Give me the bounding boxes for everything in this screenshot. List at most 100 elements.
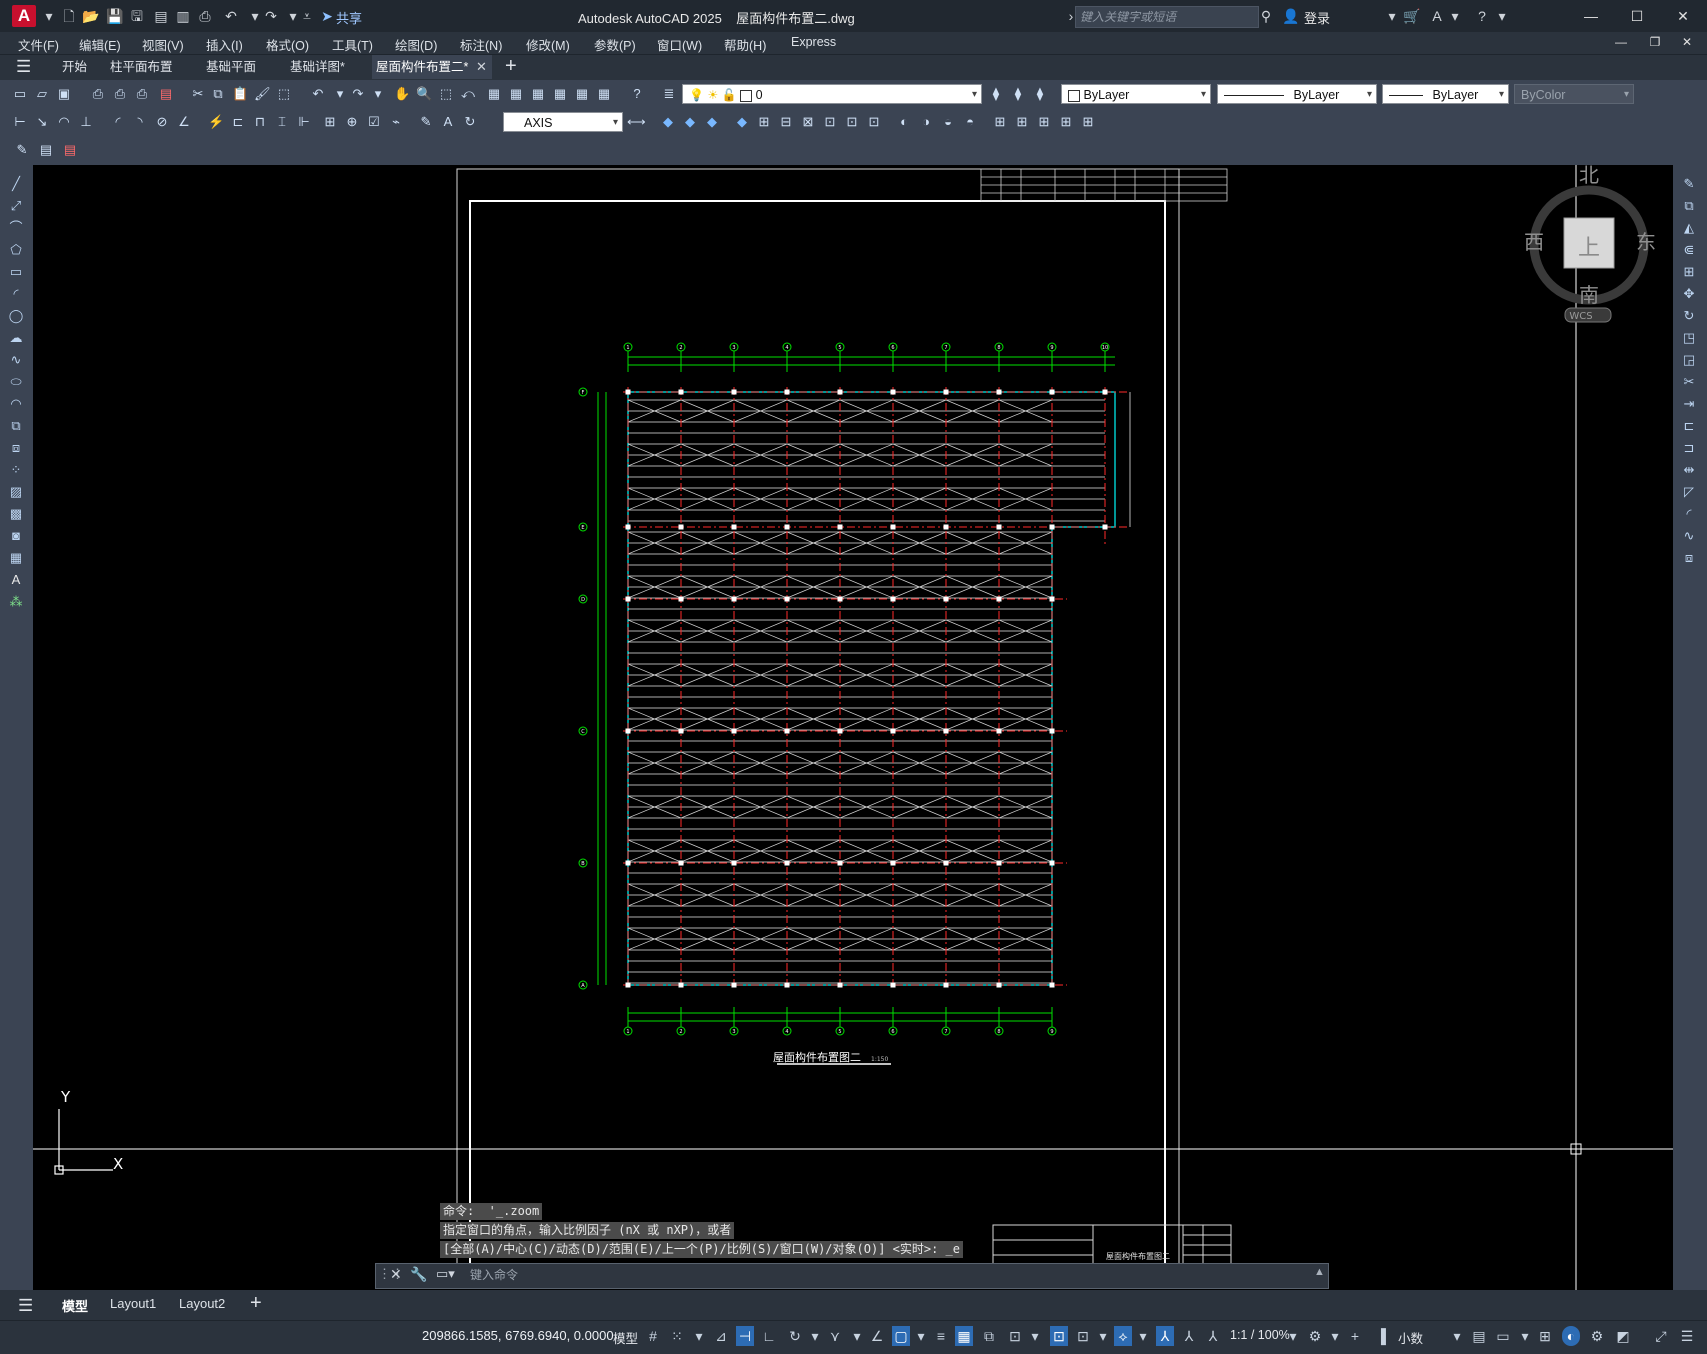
- fillet-icon[interactable]: ◜: [1680, 505, 1698, 523]
- units-dropdown-icon[interactable]: ▾: [1448, 1326, 1466, 1346]
- flatshot-icon[interactable]: ◐: [896, 114, 912, 130]
- multiline-text-icon[interactable]: A: [7, 571, 25, 589]
- ref-edit-icon[interactable]: ▤: [62, 142, 78, 158]
- menu-tools[interactable]: 工具(T): [332, 35, 373, 54]
- layout-menu-icon[interactable]: ☰: [18, 1296, 33, 1316]
- grid-icon[interactable]: #: [644, 1326, 662, 1346]
- slice-icon[interactable]: ⊡: [822, 114, 838, 130]
- login-button[interactable]: 登录: [1304, 8, 1330, 27]
- radius-dim-icon[interactable]: ◜: [110, 114, 126, 130]
- doc-close-button[interactable]: ✕: [1672, 32, 1702, 52]
- isolate-objects-icon[interactable]: ⊞: [1536, 1326, 1554, 1346]
- inspection-icon[interactable]: ☑: [366, 114, 382, 130]
- viewcube-north-label[interactable]: 北: [1579, 165, 1599, 187]
- angular-dim-icon[interactable]: ∠: [176, 114, 192, 130]
- pan-icon[interactable]: ✋: [394, 86, 410, 102]
- tab-close-icon[interactable]: ✕: [476, 59, 487, 75]
- isodraft-dropdown-icon[interactable]: ▾: [848, 1326, 866, 1346]
- lock-ui-dropdown-icon[interactable]: ▾: [1516, 1326, 1534, 1346]
- tab-roof-layout-2[interactable]: 屋面构件布置二*: [372, 55, 492, 79]
- help-toolbar-icon[interactable]: ?: [629, 86, 645, 102]
- undo-toolbar-icon[interactable]: ↶: [310, 86, 326, 102]
- lineweight-toggle-icon[interactable]: ≡: [932, 1326, 950, 1346]
- shade-icon[interactable]: ◑: [918, 114, 934, 130]
- layout-tab-model[interactable]: 模型: [62, 1296, 88, 1315]
- copy-object-icon[interactable]: ⧉: [1680, 197, 1698, 215]
- subtract-icon[interactable]: ⊟: [778, 114, 794, 130]
- snap-mode-icon[interactable]: ⁙: [668, 1326, 686, 1346]
- lock-ui-icon[interactable]: ▭: [1494, 1326, 1512, 1346]
- command-input[interactable]: 键入命令: [470, 1266, 518, 1283]
- array-icon[interactable]: ⊞: [1680, 263, 1698, 281]
- menu-modify[interactable]: 修改(M): [526, 35, 570, 54]
- menu-edit[interactable]: 编辑(E): [79, 35, 121, 54]
- cone-icon[interactable]: ◆: [704, 114, 720, 130]
- zoom-window-icon[interactable]: ⬚: [438, 86, 454, 102]
- open-web-icon[interactable]: ▤: [152, 7, 170, 25]
- menu-window[interactable]: 窗口(W): [657, 35, 702, 54]
- wedge-icon[interactable]: ◆: [682, 114, 698, 130]
- camera-icon[interactable]: ⊞: [992, 114, 1008, 130]
- continue-dim-icon[interactable]: ⊓: [252, 114, 268, 130]
- union-icon[interactable]: ⊞: [756, 114, 772, 130]
- menu-express[interactable]: Express: [791, 35, 836, 49]
- new-tab-icon[interactable]: +: [505, 55, 517, 78]
- menu-file[interactable]: 文件(F): [18, 35, 59, 54]
- quickcalc-icon[interactable]: ▦: [596, 86, 612, 102]
- search-input[interactable]: 键入关键字或短语: [1075, 6, 1259, 28]
- tab-column-plan[interactable]: 柱平面布置: [106, 55, 177, 79]
- construction-line-icon[interactable]: ⤢: [7, 197, 25, 215]
- table-icon[interactable]: ▦: [7, 549, 25, 567]
- jogged-dim-icon[interactable]: ◝: [132, 114, 148, 130]
- extend-icon[interactable]: ⇥: [1680, 395, 1698, 413]
- share-button[interactable]: 共享: [336, 8, 362, 27]
- save-icon[interactable]: 💾: [106, 7, 124, 25]
- render-icon[interactable]: ◒: [940, 114, 956, 130]
- infer-constraints-icon[interactable]: ⊿: [712, 1326, 730, 1346]
- graphics-performance-icon[interactable]: ◐: [1562, 1326, 1580, 1346]
- object-snap-dropdown-icon[interactable]: ▾: [912, 1326, 930, 1346]
- undo-toolbar-dropdown-icon[interactable]: ▾: [332, 86, 348, 102]
- menu-parametric[interactable]: 参数(P): [594, 35, 636, 54]
- annotation-monitor-icon[interactable]: +: [1346, 1326, 1364, 1346]
- tool-palettes-icon[interactable]: ▦: [530, 86, 546, 102]
- viewcube-east-label[interactable]: 东: [1636, 230, 1656, 254]
- match-properties-icon[interactable]: 🖌: [254, 86, 271, 102]
- command-recent-icon[interactable]: ▭▾: [436, 1266, 455, 1282]
- doc-minimize-button[interactable]: —: [1606, 32, 1636, 52]
- ellipse-arc-icon[interactable]: ◠: [7, 395, 25, 413]
- section-icon[interactable]: ⊡: [844, 114, 860, 130]
- ellipse-icon[interactable]: ⬭: [7, 373, 25, 391]
- undo-icon[interactable]: ↶: [222, 7, 240, 25]
- save-as-icon[interactable]: 🖫: [128, 7, 146, 25]
- extrude-icon[interactable]: ◆: [734, 114, 750, 130]
- dim-space-icon[interactable]: ⌶: [274, 114, 290, 130]
- scale-icon[interactable]: ◳: [1680, 329, 1698, 347]
- make-current-layer-icon[interactable]: ⧫: [988, 86, 1004, 102]
- ortho-icon[interactable]: ∟: [760, 1326, 778, 1346]
- explode-icon[interactable]: ⧈: [1680, 549, 1698, 567]
- jogged-linear-icon[interactable]: ⌁: [388, 114, 404, 130]
- coordinates-readout[interactable]: 209866.1585, 6769.6940, 0.0000: [422, 1328, 614, 1343]
- redo-icon[interactable]: ↷: [262, 7, 280, 25]
- join-icon[interactable]: ⇹: [1680, 461, 1698, 479]
- menu-view[interactable]: 视图(V): [142, 35, 184, 54]
- move-icon[interactable]: ✥: [1680, 285, 1698, 303]
- layer-previous-icon[interactable]: ⧫: [1010, 86, 1026, 102]
- maximize-button[interactable]: ☐: [1622, 6, 1652, 26]
- polar-tracking-icon[interactable]: ↻: [786, 1326, 804, 1346]
- insert-block-icon[interactable]: ⧉: [7, 417, 25, 435]
- share-icon[interactable]: ➤: [318, 7, 336, 25]
- trim-icon[interactable]: ✂: [1680, 373, 1698, 391]
- viewcube-west-label[interactable]: 西: [1524, 230, 1544, 254]
- properties-icon[interactable]: ▦: [486, 86, 502, 102]
- autocad-logo-icon[interactable]: A: [12, 5, 36, 27]
- tab-foundation-detail[interactable]: 基础详图*: [286, 55, 349, 79]
- drawing-canvas[interactable]: 屋面构件布置图二 1 1 2 2 3 3 4 4 5 5 6 6 7 7 8 8 9 9 10 A B C D E F 屋面构件…: [33, 165, 1673, 1290]
- user-icon[interactable]: 👤: [1282, 7, 1300, 25]
- center-mark-icon[interactable]: ⊕: [344, 114, 360, 130]
- mirror-icon[interactable]: ◭: [1680, 219, 1698, 237]
- attribute-edit-icon[interactable]: ▤: [38, 142, 54, 158]
- region-icon[interactable]: ◙: [7, 527, 25, 545]
- dim-style-icon[interactable]: ⟷: [627, 114, 646, 130]
